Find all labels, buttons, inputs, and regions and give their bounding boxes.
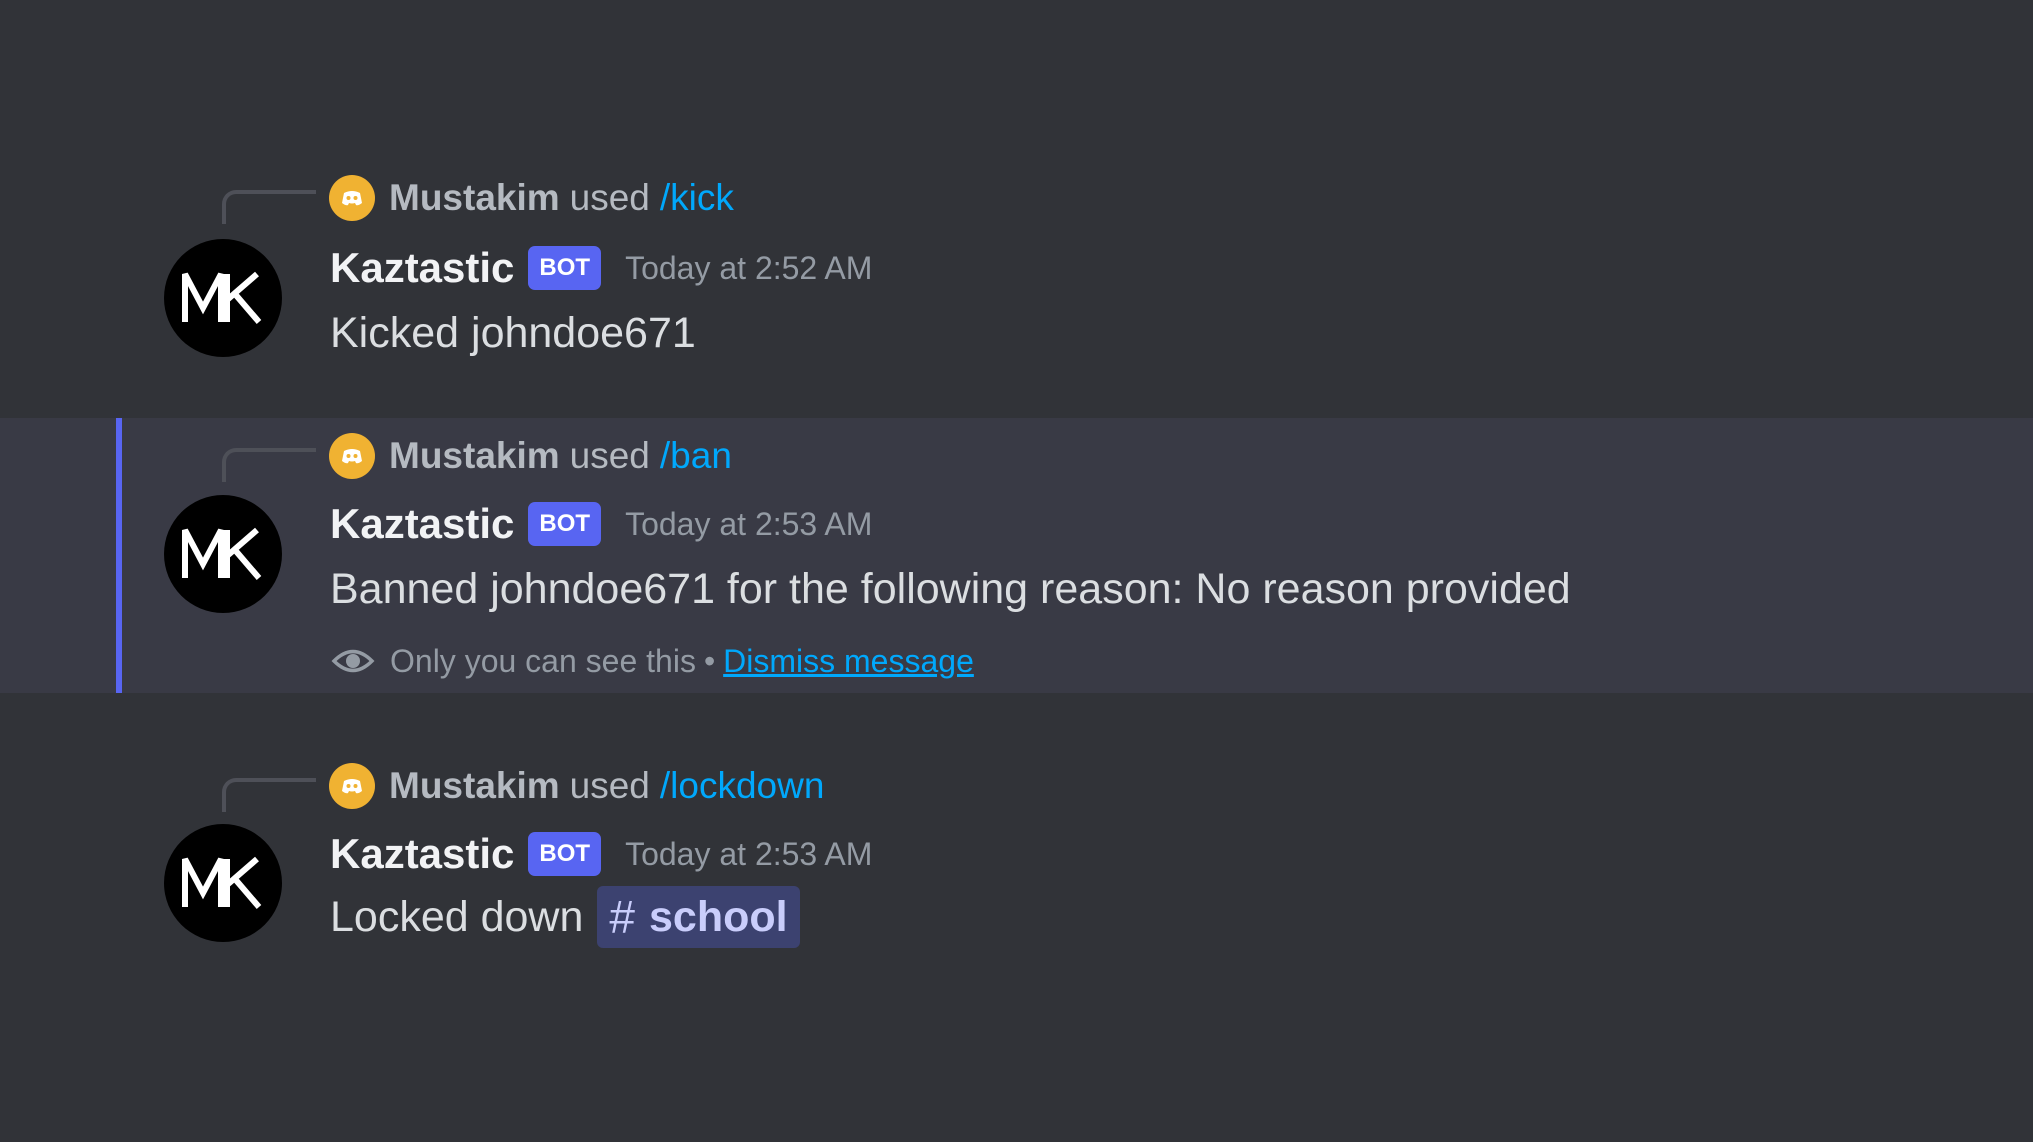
dismiss-message-link[interactable]: Dismiss message (723, 643, 974, 680)
channel-mention[interactable]: # school (597, 886, 800, 948)
command-name[interactable]: /lockdown (660, 765, 825, 807)
avatar[interactable] (164, 239, 282, 357)
message-content: Kicked johndoe671 (330, 302, 696, 364)
author-name[interactable]: Kaztastic (330, 830, 514, 878)
message-text: Locked down (330, 892, 584, 941)
command-user[interactable]: Mustakim (389, 765, 560, 807)
message-header: Kaztastic BOT Today at 2:53 AM (330, 826, 872, 882)
reply-spine (222, 190, 316, 224)
message-header: Kaztastic BOT Today at 2:52 AM (330, 240, 872, 296)
message-header: Kaztastic BOT Today at 2:53 AM (330, 496, 872, 552)
mk-logo-icon (182, 856, 262, 909)
discord-avatar-icon[interactable] (329, 763, 375, 809)
ephemeral-notice: Only you can see this • Dismiss message (330, 636, 974, 686)
command-used-text: used (569, 765, 650, 806)
channel-hash-icon: # (609, 891, 635, 943)
bot-badge: BOT (528, 246, 602, 290)
mk-logo-icon (182, 271, 262, 324)
command-name[interactable]: /ban (660, 435, 732, 477)
mk-logo-icon (182, 527, 262, 580)
separator-dot: • (703, 642, 716, 679)
command-line: Mustakim used /lockdown (329, 758, 824, 814)
command-used-text: used (569, 435, 650, 476)
command-name[interactable]: /kick (660, 177, 734, 219)
bot-badge: BOT (528, 832, 602, 876)
discord-avatar-icon[interactable] (329, 433, 375, 479)
message-content: Banned johndoe671 for the following reas… (330, 558, 1571, 620)
timestamp[interactable]: Today at 2:53 AM (625, 836, 872, 873)
timestamp[interactable]: Today at 2:52 AM (625, 250, 872, 287)
bot-badge: BOT (528, 502, 602, 546)
command-line: Mustakim used /ban (329, 428, 732, 484)
command-line: Mustakim used /kick (329, 170, 734, 226)
message-text: Kicked johndoe671 (330, 308, 696, 357)
reply-spine (222, 448, 316, 482)
author-name[interactable]: Kaztastic (330, 244, 514, 292)
reply-spine (222, 778, 316, 812)
avatar[interactable] (164, 495, 282, 613)
message-lockdown: Mustakim used /lockdown Kaztastic BOT To… (0, 748, 2033, 958)
command-user[interactable]: Mustakim (389, 177, 560, 219)
timestamp[interactable]: Today at 2:53 AM (625, 506, 872, 543)
author-name[interactable]: Kaztastic (330, 500, 514, 548)
command-user[interactable]: Mustakim (389, 435, 560, 477)
eye-icon (331, 649, 375, 673)
message-ban: Mustakim used /ban Kaztastic BOT Today a… (0, 418, 2033, 693)
avatar[interactable] (164, 824, 282, 942)
channel-name: school (649, 892, 788, 941)
message-text: Banned johndoe671 for the following reas… (330, 564, 1571, 613)
discord-avatar-icon[interactable] (329, 175, 375, 221)
command-used-text: used (569, 177, 650, 218)
ephemeral-text: Only you can see this (390, 642, 696, 679)
message-content: Locked down # school (330, 884, 800, 950)
message-kick: Mustakim used /kick Kaztastic BOT Today … (0, 160, 2033, 370)
